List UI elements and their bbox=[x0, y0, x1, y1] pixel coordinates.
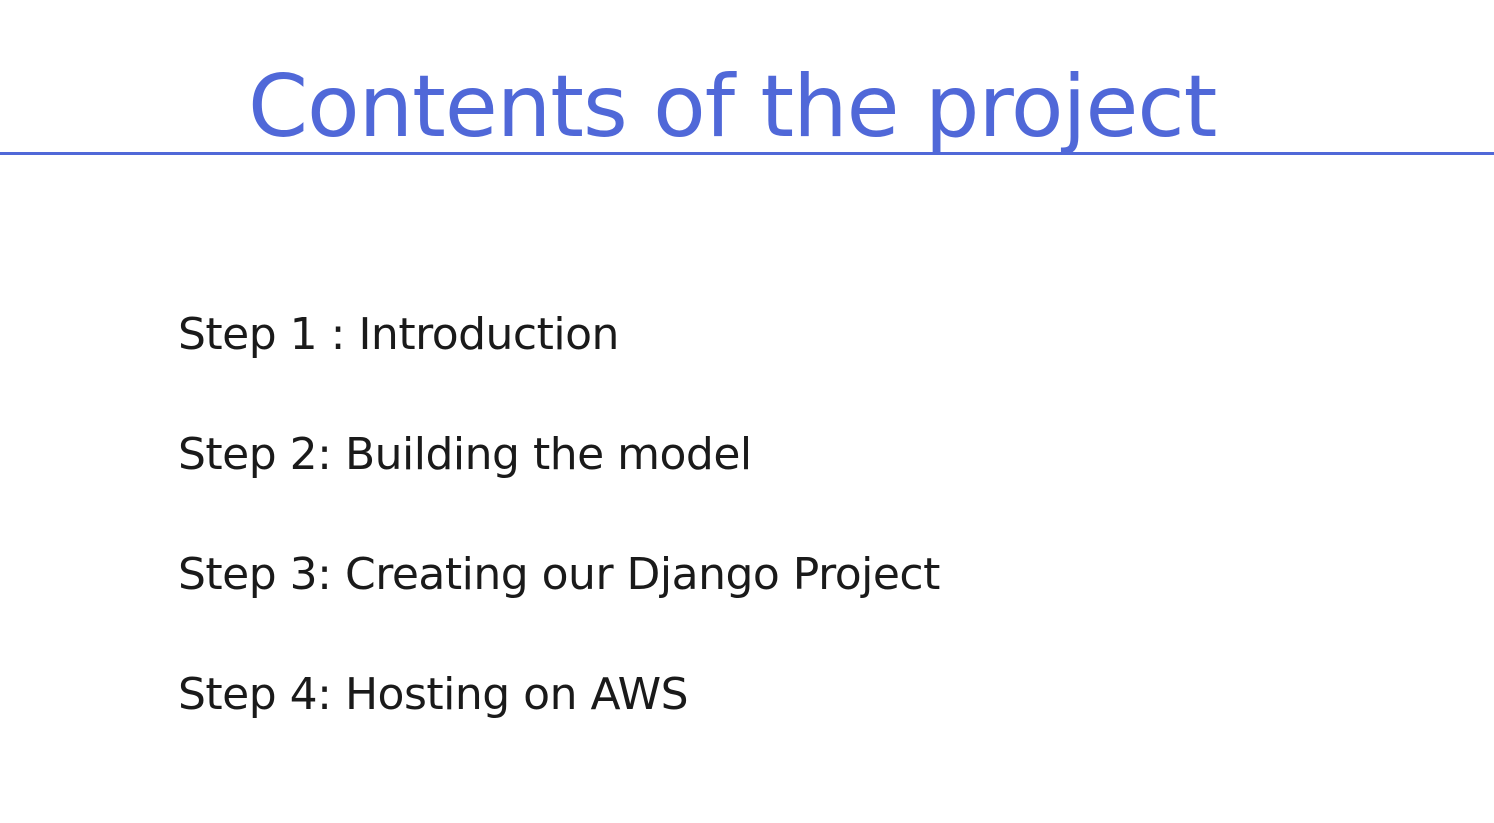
step-item-1: Step 1 : Introduction bbox=[178, 309, 619, 360]
slide-title: Contents of the project bbox=[248, 57, 1217, 157]
title-underline bbox=[0, 152, 1494, 155]
step-item-2: Step 2: Building the model bbox=[178, 429, 752, 480]
slide: Contents of the project Step 1 : Introdu… bbox=[0, 0, 1494, 823]
steps-list: Step 1 : Introduction Step 2: Building t… bbox=[178, 300, 940, 780]
step-item-3: Step 3: Creating our Django Project bbox=[178, 549, 940, 600]
step-item-4: Step 4: Hosting on AWS bbox=[178, 669, 689, 720]
